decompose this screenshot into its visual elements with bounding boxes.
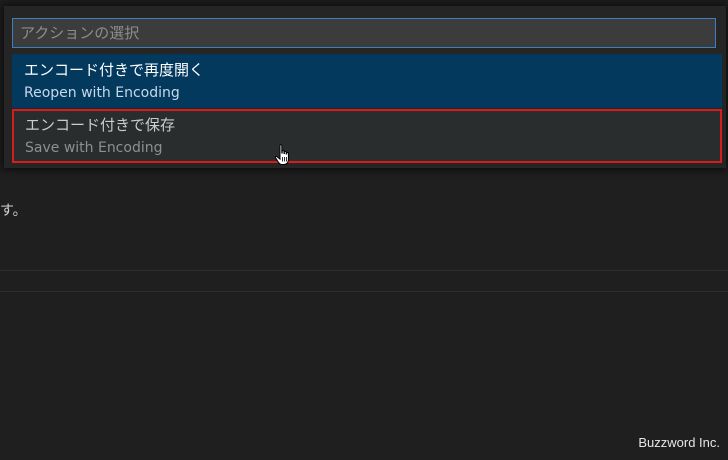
quick-pick-item-label: エンコード付きで再度開く <box>24 61 205 79</box>
editor-text-line: す。 <box>0 203 27 219</box>
quick-pick-widget: エンコード付きで再度開く Reopen with Encoding エンコード付… <box>4 6 726 168</box>
quick-pick-item-save-with-encoding[interactable]: エンコード付きで保存 Save with Encoding <box>12 109 722 163</box>
quick-pick-item-detail: Save with Encoding <box>25 140 163 156</box>
editor-divider <box>0 291 728 292</box>
editor-divider <box>0 270 728 271</box>
hand-pointer-icon <box>274 144 289 165</box>
quick-pick-input[interactable] <box>12 18 716 48</box>
quick-pick-item-reopen-with-encoding[interactable]: エンコード付きで再度開く Reopen with Encoding <box>12 54 722 108</box>
quick-pick-item-label: エンコード付きで保存 <box>25 116 176 134</box>
quick-pick-item-detail: Reopen with Encoding <box>24 85 180 101</box>
watermark-logo: Buzzword Inc. <box>638 435 720 450</box>
